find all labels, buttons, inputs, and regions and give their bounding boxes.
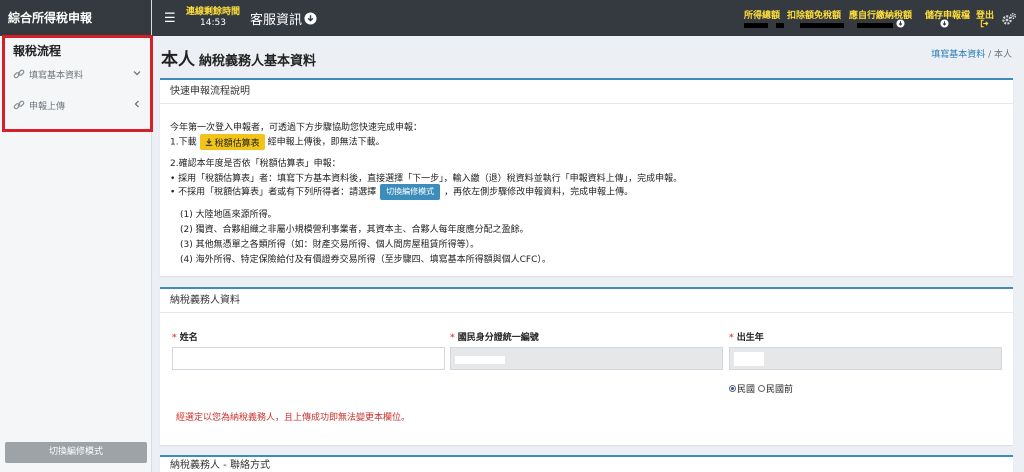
flow-title: 報稅流程 <box>13 44 62 58</box>
page-title: 本人 納稅義務人基本資料 <box>161 45 316 70</box>
era-radio-before-minguo[interactable] <box>758 385 766 392</box>
download-circle-icon[interactable] <box>940 19 949 28</box>
filing-flow-panel: 報稅流程 填寫基本資料 申報上傳 <box>2 35 153 132</box>
id-label-text: 國民身分證統一編號 <box>457 333 539 343</box>
download-circle-icon <box>304 12 317 25</box>
guide-bullet-not-adopt: • 不採用「稅額估算表」者或有下列所得者：請選擇 切換編修模式 ，再依左側步驟修改申… <box>170 184 633 200</box>
sidebar-item-label: 申報上傳 <box>29 101 66 112</box>
service-label: 客服資訊 <box>250 13 303 28</box>
contact-card: 納稅義務人 - 聯絡方式 <box>160 455 1013 472</box>
logout-icon[interactable] <box>980 19 989 28</box>
redacted-value <box>744 23 768 28</box>
sidebar-item-upload[interactable]: 申報上傳 <box>13 98 150 112</box>
nav-total-income[interactable]: 所得總額 <box>744 8 780 21</box>
card-header: 納稅義務人 - 聯絡方式 <box>170 460 270 471</box>
guide-item: (1) 大陸地區來源所得。 <box>180 210 277 220</box>
download-estimate-button[interactable]: 稅額估算表 <box>199 134 265 150</box>
sidebar-item-basic-info[interactable]: 填寫基本資料 <box>13 67 150 81</box>
guide-step2: 2.確認本年度是否依「稅額估算表」申報： <box>170 159 341 169</box>
session-timer: 連線剩餘時間 14:53 <box>186 7 240 29</box>
settings-gear-icon[interactable] <box>1001 11 1017 27</box>
nav-deductions[interactable]: 扣除額免稅額 <box>787 8 841 21</box>
taxpayer-warning: 經選定以您為納稅義務人，且上傳成功即無法變更本欄位。 <box>176 413 411 423</box>
sidebar-item-label: 填寫基本資料 <box>29 70 84 81</box>
chevron-down-icon <box>133 71 141 76</box>
masked-value <box>455 356 505 364</box>
breadcrumb-link-basic-info[interactable]: 填寫基本資料 <box>931 50 985 60</box>
page-subtitle: 納稅義務人基本資料 <box>199 54 317 69</box>
masked-value <box>734 352 764 366</box>
era-radio-group: 民國 民國前 <box>729 382 793 395</box>
link-icon <box>13 100 25 110</box>
redacted-value <box>857 23 893 28</box>
app-brand: 綜合所得稅申報 <box>0 0 151 36</box>
breadcrumb-current: 本人 <box>993 50 1012 60</box>
breadcrumb: 填寫基本資料 / 本人 <box>931 47 1012 60</box>
era-radio-minguo[interactable] <box>729 385 736 392</box>
birth-year-label-text: 出生年 <box>736 333 764 343</box>
top-navbar: ☰ 連線剩餘時間 14:53 客服資訊 所得總額 扣除額免稅額 應自行繳納稅額 … <box>152 0 1024 36</box>
download-circle-icon[interactable] <box>896 19 905 28</box>
switch-edit-mode-button[interactable]: 切換編修模式 <box>5 442 147 463</box>
name-label-text: 姓名 <box>179 333 198 343</box>
switch-edit-mode-inline-button[interactable]: 切換編修模式 <box>380 184 441 200</box>
redacted-value <box>800 23 844 28</box>
bullet2-suffix: ，再依左側步驟修改申報資料，完成申報上傳。 <box>444 187 634 198</box>
redacted-value <box>776 23 784 28</box>
birth-year-field <box>729 347 1002 370</box>
guide-item: (3) 其他無憑單之各類所得（如：財產交易所得、個人間房屋租賃所得等）。 <box>180 240 480 250</box>
guide-intro: 今年第一次登入申報者，可透過下方步驟協助您快速完成申報： <box>170 123 423 133</box>
guide-step1: 1.下載 稅額估算表 經申報上傳後，即無法下載。 <box>170 134 385 150</box>
birth-year-label: * 出生年 <box>729 333 764 343</box>
era-option-label: 民國前 <box>766 385 794 395</box>
download-icon <box>205 138 212 146</box>
link-icon <box>13 69 25 79</box>
customer-service-link[interactable]: 客服資訊 <box>250 9 317 28</box>
timer-label: 連線剩餘時間 <box>186 7 241 17</box>
sidebar: 綜合所得稅申報 報稅流程 填寫基本資料 申報上傳 切換編修模式 <box>0 0 153 472</box>
guide-bullet-adopt: • 採用「稅額估算表」者：填寫下方基本資料後，直接選擇「下一步」，輸入繳（退）稅… <box>170 174 683 184</box>
timer-value: 14:53 <box>200 18 226 28</box>
step1-suffix: 經申報上傳後，即無法下載。 <box>267 137 385 148</box>
step1-prefix: 1.下載 <box>170 137 197 148</box>
menu-toggle-icon[interactable]: ☰ <box>164 11 176 26</box>
era-option-label: 民國 <box>737 385 756 395</box>
id-label: * 國民身分證統一編號 <box>450 333 539 343</box>
download-button-label: 稅額估算表 <box>214 138 260 149</box>
guide-item: (4) 海外所得、特定保險給付及有價證券交易所得（至步驟四、填寫基本所得額與個人… <box>180 255 551 265</box>
name-input[interactable] <box>172 347 445 370</box>
quick-guide-card: 快速申報流程說明 今年第一次登入申報者，可透過下方步驟協助您快速完成申報： 1.… <box>160 78 1013 276</box>
page-title-main: 本人 <box>161 50 195 70</box>
name-label: * 姓名 <box>172 333 198 343</box>
bullet2-prefix: • 不採用「稅額估算表」者或有下列所得者：請選擇 <box>170 187 377 198</box>
taxpayer-info-card: 納稅義務人資料 * 姓名 * 國民身分證統一編號 * 出生年 民國 民國前 經選定以您… <box>160 287 1013 445</box>
card-header: 快速申報流程說明 <box>160 80 1013 104</box>
chevron-left-icon <box>134 100 139 108</box>
guide-item: (2) 獨資、合夥組織之非屬小規模營利事業者，其資本主、合夥人每年度應分配之盈餘… <box>180 225 529 235</box>
card-header: 納稅義務人資料 <box>160 289 1013 313</box>
